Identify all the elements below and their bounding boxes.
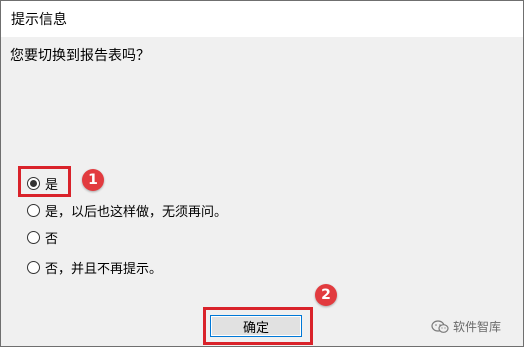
highlight-box-option xyxy=(18,166,71,197)
option-label: 否 xyxy=(45,231,59,247)
dialog-title: 提示信息 xyxy=(11,12,67,28)
watermark: 软件智库 xyxy=(431,318,501,335)
step-badge-2: 2 xyxy=(315,284,337,306)
highlight-box-button xyxy=(203,307,313,345)
radio-button[interactable] xyxy=(27,203,40,217)
radio-option-no[interactable]: 否 xyxy=(27,226,58,248)
option-label: 是，以后也这样做，无须再问。 xyxy=(45,204,228,220)
radio-button[interactable] xyxy=(27,230,40,244)
radio-option-yes-always[interactable]: 是，以后也这样做，无须再问。 xyxy=(27,199,227,221)
radio-button[interactable] xyxy=(27,260,40,274)
option-label: 否，并且不再提示。 xyxy=(45,261,163,277)
title-bar: 提示信息 xyxy=(1,1,523,37)
dialog-window: 提示信息 您要切换到报告表吗？ 是 是，以后也这样做，无须再问。 否 否，并且不… xyxy=(0,0,524,347)
step-badge-1: 1 xyxy=(82,169,104,191)
wechat-icon xyxy=(431,319,449,333)
radio-option-no-never[interactable]: 否，并且不再提示。 xyxy=(27,256,162,278)
watermark-text: 软件智库 xyxy=(453,320,502,334)
question-text: 您要切换到报告表吗？ xyxy=(10,48,150,64)
